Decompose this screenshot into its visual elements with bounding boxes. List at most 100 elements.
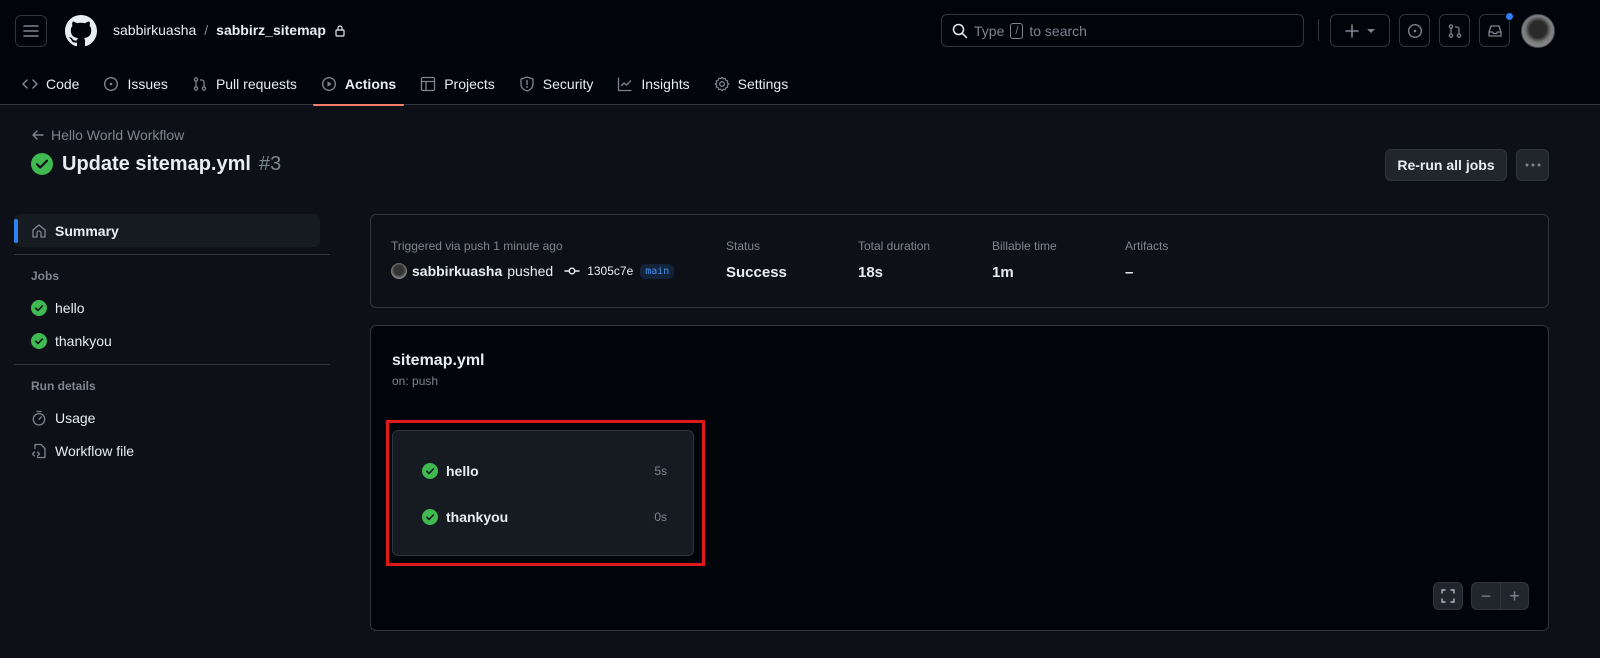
run-number: #3: [258, 152, 282, 175]
header-divider: [1318, 19, 1319, 41]
search-icon: [952, 23, 968, 39]
sidebar-item-label: Summary: [55, 222, 119, 239]
trigger-details: sabbirkuasha pushed 1305c7e main: [391, 263, 675, 279]
trigger-action: pushed: [507, 263, 554, 279]
sidebar-item-job-hello[interactable]: hello: [14, 291, 330, 324]
status-label: Status: [726, 239, 761, 253]
zoom-in-button[interactable]: +: [1500, 583, 1528, 609]
run-details-heading: Run details: [31, 379, 96, 393]
branch-label[interactable]: main: [640, 263, 675, 279]
annotation-highlight-box: [386, 420, 705, 566]
sidebar-item-summary[interactable]: Summary: [14, 214, 320, 247]
home-icon: [31, 223, 47, 239]
tab-issues[interactable]: Issues: [95, 62, 175, 105]
check-circle-fill-icon: [30, 152, 54, 176]
search-placeholder-suffix: to search: [1029, 22, 1087, 39]
tab-label: Code: [46, 75, 80, 92]
gear-icon: [714, 76, 730, 92]
notification-indicator: [1505, 12, 1514, 21]
billable-info: Billable time 1m: [992, 239, 1057, 281]
tab-projects[interactable]: Projects: [412, 62, 503, 105]
screen-full-icon: [1441, 589, 1455, 603]
issues-button[interactable]: [1399, 14, 1430, 47]
zoom-out-button[interactable]: −: [1472, 583, 1500, 609]
tab-label: Issues: [127, 75, 168, 92]
workflow-trigger: on: push: [392, 374, 439, 388]
search-shortcut-key: /: [1010, 22, 1024, 39]
trigger-info: Triggered via push 1 minute ago sabbirku…: [391, 239, 675, 279]
actor-avatar[interactable]: [391, 263, 407, 279]
hamburger-icon: [23, 23, 39, 39]
graph-icon: [617, 76, 633, 92]
sidebar-item-label: hello: [55, 299, 85, 316]
artifacts-label: Artifacts: [1125, 239, 1169, 253]
stopwatch-icon: [31, 410, 47, 426]
workflow-graph: sitemap.yml on: push hello 5s thankyou 0…: [370, 325, 1549, 631]
kebab-horizontal-icon: [1525, 163, 1541, 167]
create-new-button[interactable]: [1330, 14, 1390, 47]
sidebar-item-label: thankyou: [55, 332, 112, 349]
sidebar-item-label: Workflow file: [55, 442, 135, 459]
back-link-label: Hello World Workflow: [51, 127, 185, 143]
rerun-all-jobs-button[interactable]: Re-run all jobs: [1385, 149, 1507, 181]
file-code-icon: [31, 443, 47, 459]
tab-label: Actions: [344, 75, 397, 92]
artifacts-info: Artifacts –: [1125, 239, 1168, 281]
repo-owner-link[interactable]: sabbirkuasha: [113, 22, 196, 38]
search-input[interactable]: Type / to search: [941, 14, 1304, 47]
git-pull-request-icon: [192, 76, 208, 92]
status-info: Status Success: [726, 239, 787, 281]
more-options-button[interactable]: [1516, 149, 1549, 181]
billable-value: 1m: [992, 264, 1014, 281]
breadcrumb-separator: /: [204, 22, 209, 38]
issue-opened-icon: [1407, 23, 1423, 39]
tab-code[interactable]: Code: [14, 62, 87, 105]
pull-requests-button[interactable]: [1439, 14, 1470, 47]
inbox-icon: [1487, 23, 1503, 39]
tab-label: Pull requests: [215, 75, 297, 92]
tab-security[interactable]: Security: [511, 62, 602, 105]
git-commit-icon: [564, 266, 580, 276]
run-title-text: Update sitemap.yml: [62, 152, 251, 175]
run-summary-card: Triggered via push 1 minute ago sabbirku…: [370, 214, 1549, 308]
arrow-left-icon: [31, 128, 45, 142]
tab-actions[interactable]: Actions: [312, 62, 405, 106]
github-logo-icon[interactable]: [65, 15, 97, 47]
tab-label: Projects: [444, 75, 495, 92]
actor-link[interactable]: sabbirkuasha: [412, 263, 502, 279]
zoom-controls: − +: [1471, 582, 1529, 610]
jobs-heading: Jobs: [31, 269, 60, 283]
global-header: sabbirkuasha / sabbirz_sitemap Type / to…: [0, 0, 1600, 106]
plus-icon: [1345, 23, 1359, 38]
repo-breadcrumb: sabbirkuasha / sabbirz_sitemap: [113, 22, 346, 38]
sidebar-item-usage[interactable]: Usage: [14, 401, 330, 434]
tab-label: Settings: [737, 75, 789, 92]
search-placeholder-prefix: Type: [974, 22, 1005, 39]
sidebar-item-job-thankyou[interactable]: thankyou: [14, 324, 330, 357]
repo-name-link[interactable]: sabbirz_sitemap: [216, 22, 326, 38]
lock-icon: [334, 24, 346, 37]
git-pull-request-icon: [1447, 23, 1463, 39]
triangle-down-icon: [1367, 28, 1375, 34]
tab-pull-requests[interactable]: Pull requests: [184, 62, 305, 105]
menu-button[interactable]: [15, 15, 47, 47]
sidebar-item-workflow-file[interactable]: Workflow file: [14, 434, 330, 467]
tab-label: Insights: [641, 75, 690, 92]
back-to-workflow-link[interactable]: Hello World Workflow: [31, 127, 184, 143]
repo-nav: Code Issues Pull requests Actions Projec…: [0, 62, 804, 106]
issue-opened-icon: [103, 76, 119, 92]
commit-sha-link[interactable]: 1305c7e: [587, 264, 633, 278]
play-icon: [321, 76, 337, 92]
check-circle-fill-icon: [31, 299, 47, 316]
status-value: Success: [726, 264, 787, 281]
tab-insights[interactable]: Insights: [609, 62, 697, 105]
duration-info: Total duration 18s: [858, 239, 930, 281]
tab-settings[interactable]: Settings: [706, 62, 797, 105]
fullscreen-button[interactable]: [1433, 582, 1463, 610]
duration-value: 18s: [858, 264, 884, 281]
run-sidebar: Summary Jobs hello thankyou Run details …: [14, 214, 330, 467]
table-icon: [420, 76, 436, 92]
workflow-file-name: sitemap.yml: [392, 352, 485, 369]
code-icon: [22, 76, 38, 92]
user-avatar[interactable]: [1521, 14, 1555, 48]
